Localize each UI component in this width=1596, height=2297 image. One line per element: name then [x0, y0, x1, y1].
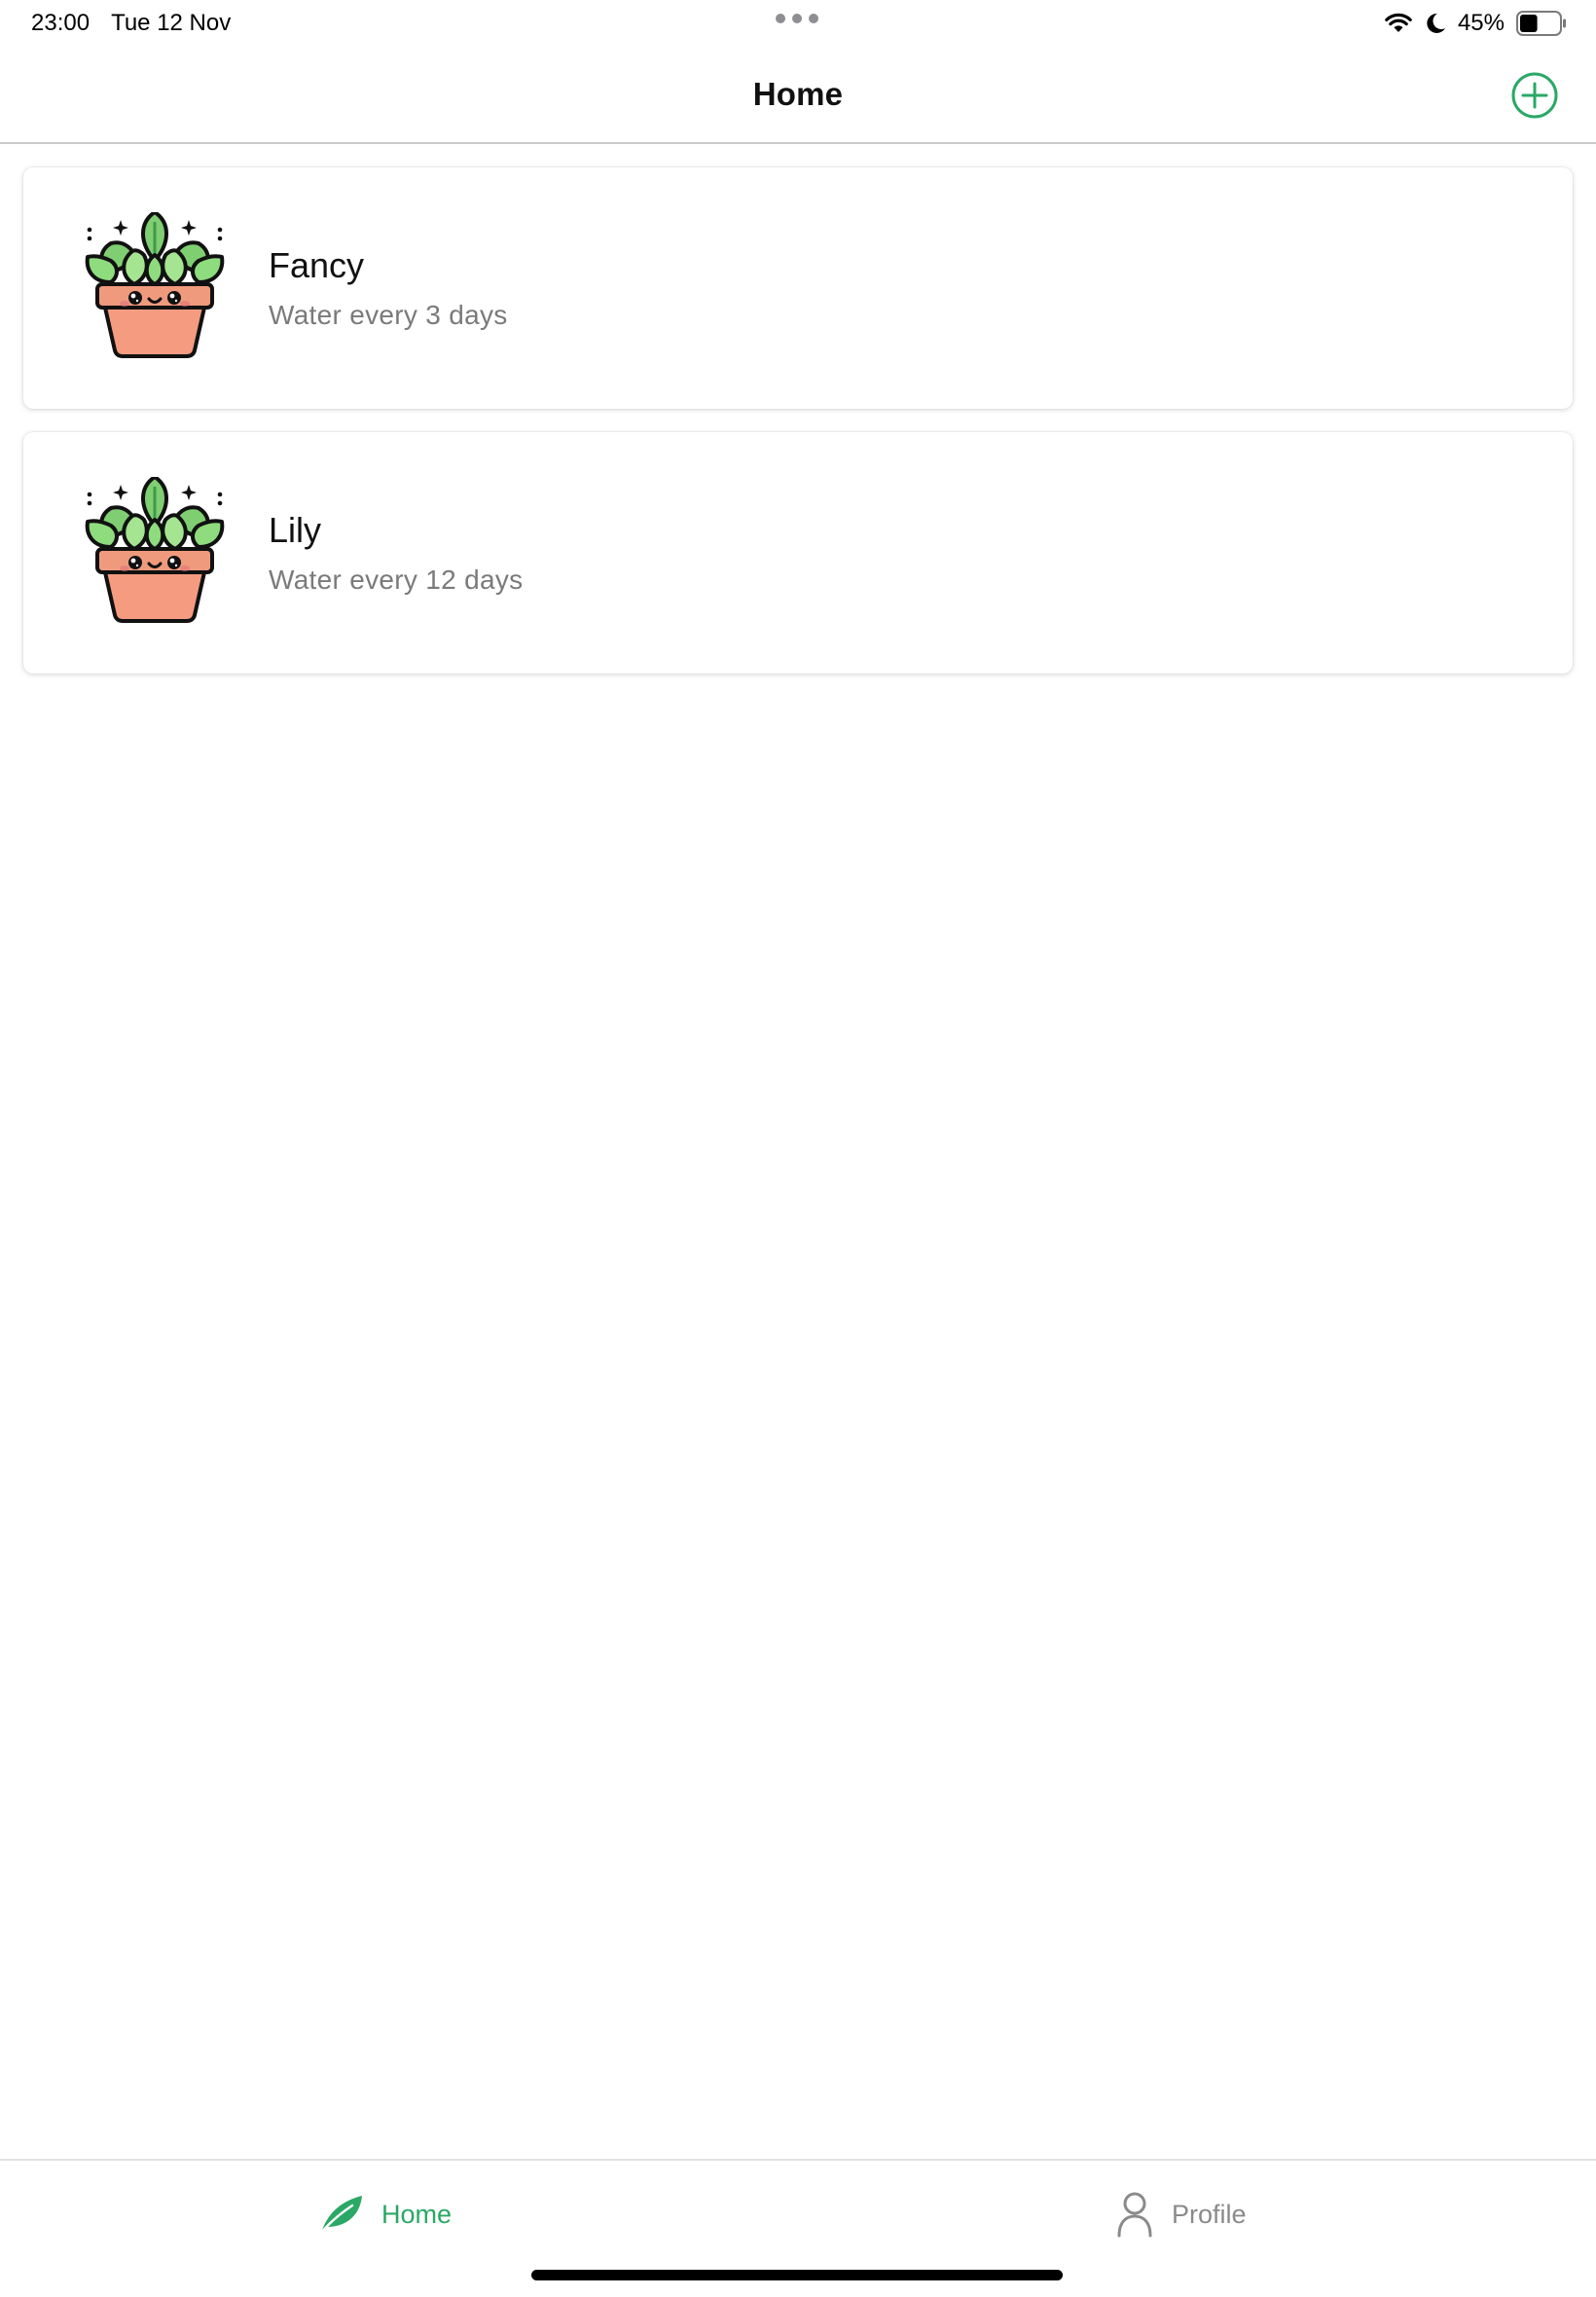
potted-plant-icon — [82, 212, 228, 358]
leaf-icon — [319, 2196, 362, 2235]
navigation-bar: Home — [0, 47, 1596, 144]
plant-name: Lily — [269, 510, 322, 550]
plant-card[interactable]: Lily Water every 12 days — [23, 432, 1573, 674]
plant-schedule: Water every 12 days — [269, 565, 524, 595]
home-indicator[interactable] — [531, 2270, 1063, 2280]
potted-plant-icon — [82, 477, 228, 623]
plant-name: Fancy — [269, 245, 365, 285]
status-left: 23:00 Tue 12 Nov — [31, 10, 231, 37]
add-plant-button[interactable] — [1510, 71, 1559, 120]
battery-percent: 45% — [1457, 10, 1505, 36]
screen: 23:00 Tue 12 Nov 45% Home Fancy Water ev… — [0, 0, 1596, 2297]
plant-text: Lily Water every 12 days — [269, 510, 523, 596]
status-right: 45% — [1384, 10, 1567, 37]
plant-text: Fancy Water every 3 days — [269, 245, 508, 331]
status-bar: 23:00 Tue 12 Nov 45% — [0, 0, 1596, 47]
plant-list: Fancy Water every 3 days Lily Water ever… — [23, 167, 1573, 697]
page-title: Home — [752, 76, 844, 112]
moon-icon — [1427, 13, 1445, 33]
multitask-dots[interactable] — [776, 14, 818, 23]
dot — [792, 14, 802, 23]
battery-icon — [1516, 11, 1566, 36]
tab-profile-label: Profile — [1172, 2199, 1247, 2229]
dot — [776, 14, 785, 23]
plant-schedule: Water every 3 days — [269, 300, 508, 330]
tab-home-label: Home — [381, 2199, 453, 2229]
status-time: 23:00 — [31, 10, 91, 36]
wifi-icon — [1385, 13, 1412, 32]
status-date: Tue 12 Nov — [111, 10, 232, 36]
tab-profile[interactable]: Profile — [1115, 2188, 1247, 2241]
dot — [809, 14, 818, 23]
plant-card[interactable]: Fancy Water every 3 days — [23, 167, 1573, 409]
tab-home[interactable]: Home — [317, 2188, 452, 2241]
person-icon — [1117, 2192, 1152, 2238]
